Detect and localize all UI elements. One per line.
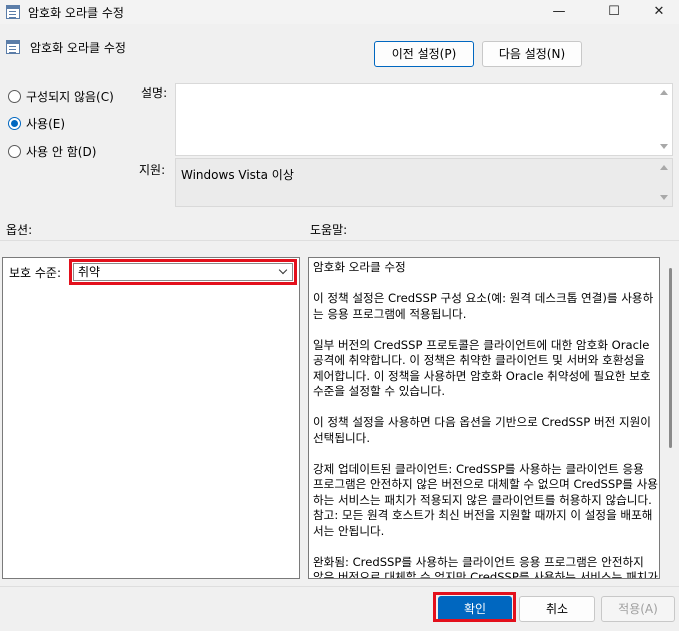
radio-circle-checked[interactable] — [8, 116, 21, 130]
supported-value: Windows Vista 이상 — [181, 168, 294, 182]
help-paragraph: 일부 버전의 CredSSP 프로토콜은 클라이언트에 대한 암호화 Oracl… — [313, 337, 651, 399]
help-paragraph: 강제 업데이트된 클라이언트: CredSSP를 사용하는 클라이언트 응용 프… — [313, 461, 658, 538]
cancel-button[interactable]: 취소 — [519, 596, 595, 622]
window-title: 암호화 오라클 수정 — [28, 6, 124, 20]
policy-title: 암호화 오라클 수정 — [30, 41, 126, 55]
scroll-down-icon[interactable] — [660, 195, 668, 200]
policy-window-icon — [6, 5, 20, 19]
footer-divider — [0, 586, 679, 587]
radio-circle[interactable] — [8, 144, 21, 158]
help-scrollbar[interactable] — [664, 258, 678, 578]
help-paragraph: 암호화 오라클 수정 — [313, 260, 406, 274]
radio-enabled[interactable]: 사용(E) — [8, 115, 65, 131]
help-paragraph: 이 정책 설정을 사용하면 다음 옵션을 기반으로 CredSSP 버전 지원이… — [313, 415, 651, 445]
highlight-box-select — [69, 259, 297, 285]
radio-label: 구성되지 않음(C) — [26, 89, 114, 104]
policy-setting-icon — [6, 40, 20, 54]
radio-not-configured[interactable]: 구성되지 않음(C) — [8, 88, 114, 104]
supported-label: 지원: — [139, 163, 166, 177]
help-text: 암호화 오라클 수정 이 정책 설정은 CredSSP 구성 요소(예: 원격 … — [313, 260, 658, 578]
section-divider — [0, 240, 679, 241]
minimize-button[interactable]: — — [536, 0, 582, 24]
scroll-up-icon[interactable] — [660, 90, 668, 95]
radio-label: 사용 안 함(D) — [26, 144, 97, 159]
maximize-button[interactable]: ☐ — [591, 0, 637, 24]
help-paragraph: 완화됨: CredSSP를 사용하는 클라이언트 응용 프로그램은 안전하지 않… — [313, 554, 658, 579]
scrollbar-thumb[interactable] — [669, 268, 672, 448]
scroll-down-icon[interactable] — [660, 144, 668, 149]
options-label: 옵션: — [6, 223, 33, 237]
help-paragraph: 이 정책 설정은 CredSSP 구성 요소(예: 원격 데스크톱 연결)를 사… — [313, 291, 654, 321]
comment-textarea[interactable] — [175, 83, 673, 156]
supported-field: Windows Vista 이상 — [175, 158, 673, 207]
comment-scrollbar[interactable] — [656, 84, 672, 155]
radio-label: 사용(E) — [26, 116, 66, 131]
apply-button[interactable]: 적용(A) — [601, 596, 675, 622]
title-bar: 암호화 오라클 수정 — ☐ ✕ — [0, 0, 679, 24]
protection-level-label: 보호 수준: — [9, 266, 62, 280]
supported-scrollbar[interactable] — [656, 159, 672, 206]
next-setting-button[interactable]: 다음 설정(N) — [482, 41, 582, 67]
scroll-up-icon[interactable] — [660, 165, 668, 170]
previous-setting-button[interactable]: 이전 설정(P) — [374, 41, 474, 67]
close-button[interactable]: ✕ — [636, 0, 679, 24]
highlight-box-ok — [433, 592, 516, 622]
radio-circle[interactable] — [8, 89, 21, 103]
help-label: 도움말: — [310, 223, 348, 237]
comment-label: 설명: — [141, 86, 168, 100]
options-panel — [2, 257, 300, 579]
radio-disabled[interactable]: 사용 안 함(D) — [8, 143, 96, 159]
